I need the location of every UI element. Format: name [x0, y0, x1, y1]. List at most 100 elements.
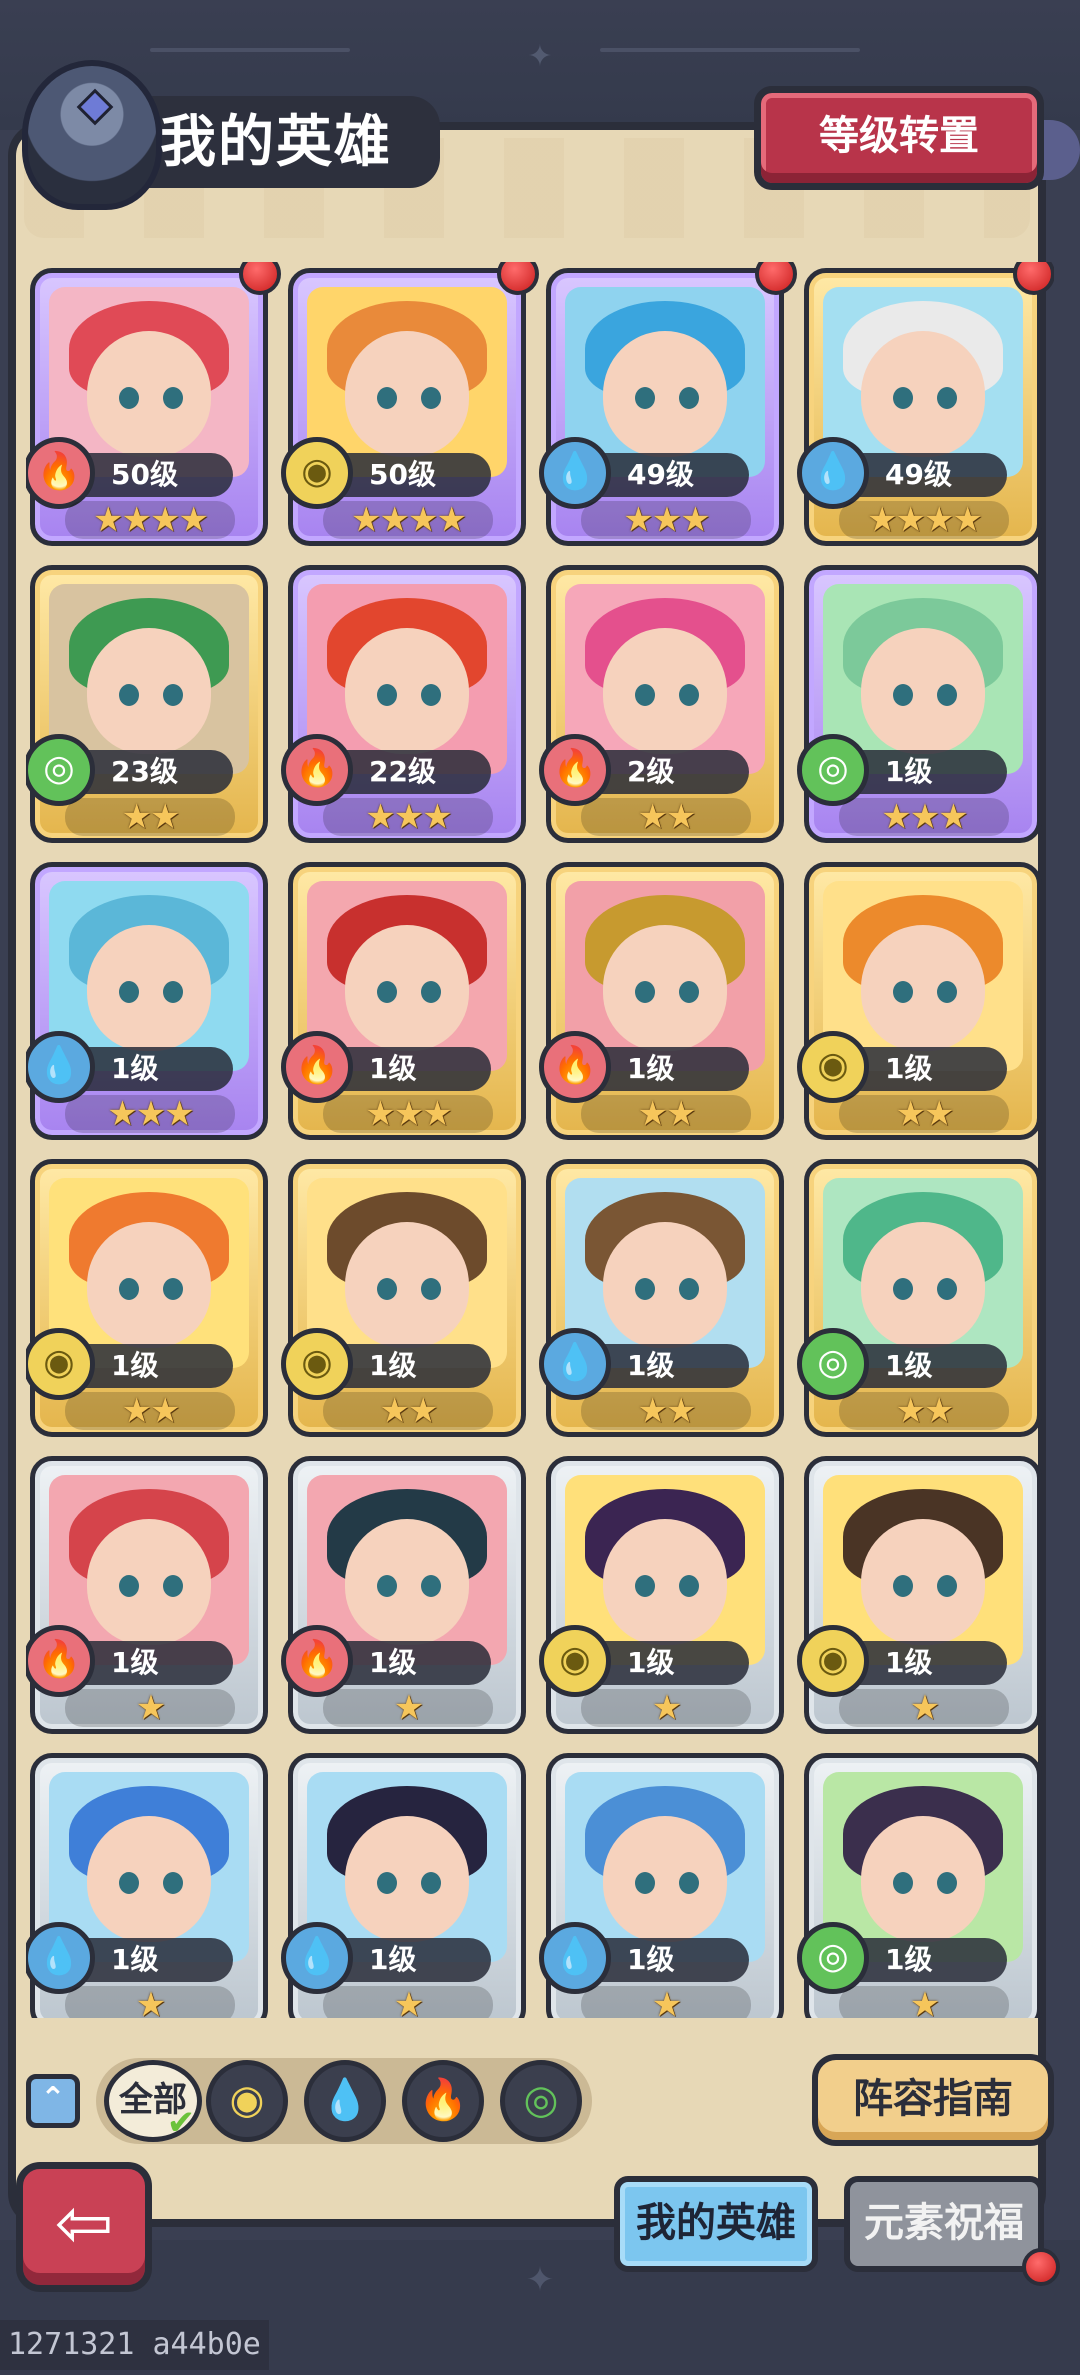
earth-swirl-icon: ◉	[281, 437, 353, 509]
water-drop-icon: 💧	[320, 2077, 370, 2123]
star-rating: ★★	[581, 1392, 751, 1430]
check-icon: ✔	[166, 2103, 196, 2143]
star-rating: ★	[839, 1986, 1009, 2018]
star-rating: ★★★★	[323, 501, 493, 539]
star-rating: ★★★	[323, 798, 493, 836]
wind-swirl-icon: ◎	[26, 734, 95, 806]
star-rating: ★	[323, 1689, 493, 1727]
hero-card[interactable]: 1级 💧 ★	[539, 1753, 784, 2018]
star-rating: ★★	[65, 1392, 235, 1430]
earth-swirl-icon: ◉	[281, 1328, 353, 1400]
tab-my-heroes[interactable]: 我的英雄	[614, 2176, 818, 2272]
hero-card[interactable]: 49级 💧 ★★★★	[797, 262, 1054, 546]
water-drop-icon: 💧	[539, 437, 611, 509]
star-rating: ★★★	[323, 1095, 493, 1133]
star-rating: ★★★★	[839, 501, 1009, 539]
flame-icon: 🔥	[281, 1031, 353, 1103]
hero-card[interactable]: 22级 🔥 ★★★	[281, 565, 526, 843]
level-transfer-button[interactable]: 等级转置	[754, 86, 1044, 190]
star-rating: ★★★★	[65, 501, 235, 539]
hero-card[interactable]: 50级 ◉ ★★★★	[281, 262, 539, 546]
hero-card[interactable]: 23级 ◎ ★★	[26, 565, 268, 843]
earth-swirl-icon: ◉	[26, 1328, 95, 1400]
tab-element-blessing[interactable]: 元素祝福	[844, 2176, 1044, 2272]
notification-dot	[755, 262, 797, 295]
flame-icon: 🔥	[26, 1625, 95, 1697]
flame-icon: 🔥	[26, 437, 95, 509]
wind-swirl-icon: ◎	[797, 734, 869, 806]
star-rating: ★★★	[581, 501, 751, 539]
star-rating: ★	[581, 1986, 751, 2018]
hero-card[interactable]: 1级 ◎ ★	[797, 1753, 1042, 2018]
hero-card[interactable]: 1级 🔥 ★★	[539, 862, 784, 1140]
hero-card[interactable]: 1级 ◉ ★	[797, 1456, 1042, 1734]
hero-card[interactable]: 1级 🔥 ★	[281, 1456, 526, 1734]
top-deco-line	[600, 48, 860, 52]
star-rating: ★	[839, 1689, 1009, 1727]
sparkle-icon: ✦	[527, 39, 553, 74]
earth-swirl-icon: ◉	[797, 1031, 869, 1103]
notification-dot	[239, 262, 281, 295]
star-rating: ★	[65, 1689, 235, 1727]
hero-card[interactable]: 1级 ◎ ★★★	[797, 565, 1042, 843]
star-rating: ★★	[839, 1095, 1009, 1133]
hero-card[interactable]: 2级 🔥 ★★	[539, 565, 784, 843]
notification-dot	[1013, 262, 1054, 295]
water-drop-icon: 💧	[26, 1922, 95, 1994]
back-button[interactable]: ⇦	[16, 2162, 152, 2292]
star-rating: ★	[65, 1986, 235, 2018]
sparkle-icon: ✦	[525, 2260, 555, 2300]
hero-card[interactable]: 50级 🔥 ★★★★	[26, 262, 281, 546]
star-rating: ★	[323, 1986, 493, 2018]
collapse-filter-button[interactable]: ⌃	[26, 2074, 80, 2128]
star-rating: ★	[581, 1689, 751, 1727]
back-arrow-icon: ⇦	[54, 2182, 114, 2264]
water-drop-icon: 💧	[539, 1922, 611, 1994]
earth-swirl-icon: ◉	[539, 1625, 611, 1697]
flame-icon: 🔥	[539, 734, 611, 806]
star-rating: ★★	[323, 1392, 493, 1430]
water-drop-icon: 💧	[281, 1922, 353, 1994]
star-rating: ★★★	[65, 1095, 235, 1133]
hero-card[interactable]: 1级 💧 ★	[26, 1753, 268, 2018]
water-drop-icon: 💧	[26, 1031, 95, 1103]
hero-card[interactable]: 1级 ◉ ★★	[26, 1159, 268, 1437]
earth-swirl-icon: ◉	[229, 2077, 265, 2123]
flame-icon: 🔥	[539, 1031, 611, 1103]
wind-swirl-icon: ◎	[523, 2077, 559, 2123]
hero-card[interactable]: 1级 💧 ★★	[539, 1159, 784, 1437]
star-rating: ★★	[581, 1095, 751, 1133]
wind-swirl-icon: ◎	[797, 1922, 869, 1994]
flame-icon: 🔥	[418, 2077, 468, 2123]
lineup-guide-button[interactable]: 阵容指南	[812, 2054, 1054, 2146]
notification-dot	[1022, 2248, 1060, 2286]
hero-card[interactable]: 1级 ◎ ★★	[797, 1159, 1042, 1437]
filter-all-button[interactable]: 全部 ✔	[104, 2060, 202, 2142]
hero-card[interactable]: 1级 🔥 ★	[26, 1456, 268, 1734]
hero-card[interactable]: 1级 ◉ ★★	[797, 862, 1042, 1140]
filter-wind-button[interactable]: ◎	[500, 2060, 582, 2142]
filter-earth-button[interactable]: ◉	[206, 2060, 288, 2142]
hero-card[interactable]: 1级 💧 ★★★	[26, 862, 268, 1140]
hero-card[interactable]: 1级 ◉ ★★	[281, 1159, 526, 1437]
flame-icon: 🔥	[281, 734, 353, 806]
hero-card[interactable]: 1级 🔥 ★★★	[281, 862, 526, 1140]
hero-grid[interactable]: 50级 🔥 ★★★★ 50级 ◉ ★★★★ 49级 💧 ★★★ 49级 💧 ★★★★ 23级 ◎ ★★ 22级…	[26, 262, 1054, 2018]
filter-fire-button[interactable]: 🔥	[402, 2060, 484, 2142]
hero-card[interactable]: 49级 💧 ★★★	[539, 262, 797, 546]
hero-card[interactable]: 1级 ◉ ★	[539, 1456, 784, 1734]
page-title: 我的英雄	[160, 110, 392, 175]
filter-water-button[interactable]: 💧	[304, 2060, 386, 2142]
star-rating: ★★	[65, 798, 235, 836]
earth-swirl-icon: ◉	[797, 1625, 869, 1697]
debug-label: 1271321 a44b0e	[0, 2320, 269, 2370]
flame-icon: 🔥	[281, 1625, 353, 1697]
star-rating: ★★★	[839, 798, 1009, 836]
helmet-icon	[22, 60, 162, 210]
water-drop-icon: 💧	[539, 1328, 611, 1400]
hero-card[interactable]: 1级 💧 ★	[281, 1753, 526, 2018]
water-drop-icon: 💧	[797, 437, 869, 509]
star-rating: ★★	[839, 1392, 1009, 1430]
wind-swirl-icon: ◎	[797, 1328, 869, 1400]
top-deco-line	[150, 48, 350, 52]
